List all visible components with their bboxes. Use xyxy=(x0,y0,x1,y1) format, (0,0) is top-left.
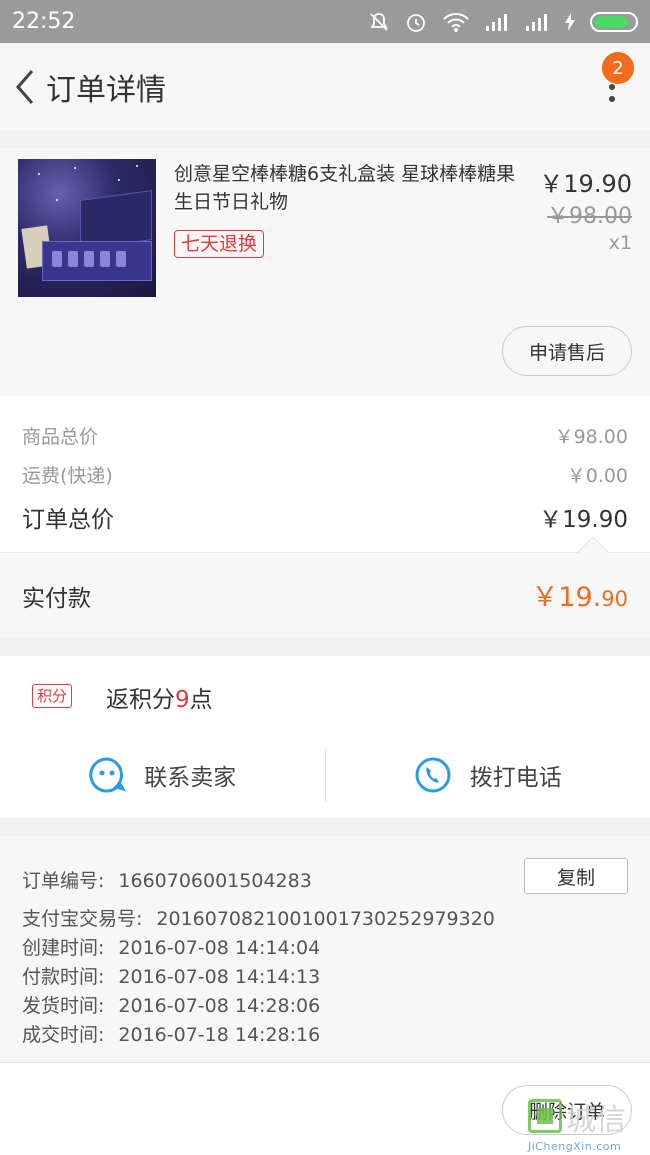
product-quantity: x1 xyxy=(608,232,632,254)
shipped-time-label: 发货时间: xyxy=(22,995,105,1017)
points-tag: 积分 xyxy=(32,684,73,708)
price-summary: 商品总价 ￥98.00 运费(快递) ￥0.00 订单总价 ￥19.90 xyxy=(0,396,650,552)
return-policy-tag: 七天退换 xyxy=(174,230,265,258)
notification-badge: 2 xyxy=(602,52,634,84)
watermark-logo: 城信 JiChengXin.com xyxy=(528,1095,644,1153)
order-number-label: 订单编号: xyxy=(22,870,105,892)
shipped-time-value: 2016-07-08 14:28:06 xyxy=(118,995,321,1017)
shipped-time-row: 发货时间: 2016-07-08 14:28:06 xyxy=(22,991,320,1018)
paid-time-label: 付款时间: xyxy=(22,966,105,988)
actual-payment-row: 实付款 ￥19.90 xyxy=(0,536,650,638)
page-title: 订单详情 xyxy=(46,73,166,108)
alipay-number-label: 支付宝交易号: xyxy=(22,908,143,930)
actual-payment-label: 实付款 xyxy=(22,586,91,612)
status-bar: 22:52 xyxy=(0,0,650,43)
watermark-icon xyxy=(528,1099,562,1133)
call-phone-label: 拨打电话 xyxy=(469,765,562,791)
phone-icon xyxy=(415,757,451,793)
paid-time-value: 2016-07-08 14:14:13 xyxy=(118,966,321,988)
watermark-url: JiChengXin.com xyxy=(528,1140,622,1153)
goods-total-row: 商品总价 ￥98.00 xyxy=(22,422,628,449)
watermark-text: 城信 xyxy=(566,1103,626,1138)
bottom-action-bar: 删除订单 城信 JiChengXin.com xyxy=(0,1062,650,1155)
created-time-value: 2016-07-08 14:14:04 xyxy=(118,937,321,959)
charging-icon xyxy=(564,12,576,32)
done-time-label: 成交时间: xyxy=(22,1024,105,1046)
done-time-value: 2016-07-18 14:28:16 xyxy=(118,1024,321,1046)
created-time-label: 创建时间: xyxy=(22,937,105,959)
order-number-value: 1660706001504283 xyxy=(118,870,312,892)
product-card[interactable]: 创意星空棒棒糖6支礼盒装 星球棒棒糖果生日节日礼物 七天退换 ￥19.90 ￥9… xyxy=(0,148,650,396)
points-text: 返积分9点 xyxy=(106,687,213,713)
order-total-label: 订单总价 xyxy=(22,507,114,533)
done-time-row: 成交时间: 2016-07-18 14:28:16 xyxy=(22,1020,320,1047)
actual-payment-amount: ￥19.90 xyxy=(531,582,628,613)
app-header: 订单详情 2 xyxy=(0,43,650,131)
goods-total-value: ￥98.00 xyxy=(554,426,628,448)
product-price: ￥19.90 xyxy=(539,170,632,198)
shipping-label: 运费(快递) xyxy=(22,465,113,487)
product-original-price: ￥98.00 xyxy=(547,204,632,229)
order-total-row: 订单总价 ￥19.90 xyxy=(22,500,628,534)
chevron-left-icon xyxy=(16,70,34,104)
signal-icon xyxy=(484,12,510,32)
battery-icon xyxy=(590,11,638,32)
contact-seller-button[interactable]: 联系卖家 xyxy=(0,748,325,802)
back-button[interactable] xyxy=(4,57,44,117)
points-section: 积分 返积分9点 联系卖家 拨打电话 xyxy=(0,656,650,818)
order-number-row: 订单编号: 1660706001504283 xyxy=(22,866,312,893)
signal-icon-2 xyxy=(524,12,550,32)
chat-face-icon xyxy=(89,757,127,793)
contact-seller-label: 联系卖家 xyxy=(144,765,237,791)
shipping-value: ￥0.00 xyxy=(566,465,628,487)
after-sale-button[interactable]: 申请售后 xyxy=(502,326,632,376)
alarm-icon xyxy=(404,10,428,34)
goods-total-label: 商品总价 xyxy=(22,426,99,448)
status-icons xyxy=(368,10,638,34)
alipay-number-value: 2016070821001001730252979320 xyxy=(156,908,495,930)
call-phone-button[interactable]: 拨打电话 xyxy=(326,748,650,802)
contact-bar: 联系卖家 拨打电话 xyxy=(0,748,650,802)
product-image[interactable] xyxy=(18,159,156,297)
product-title[interactable]: 创意星空棒棒糖6支礼盒装 星球棒棒糖果生日节日礼物 xyxy=(174,160,524,216)
order-info-section: 订单编号: 1660706001504283 复制 支付宝交易号: 20160708… xyxy=(0,836,650,1062)
status-time: 22:52 xyxy=(12,9,76,34)
shipping-row: 运费(快递) ￥0.00 xyxy=(22,461,628,488)
mute-icon xyxy=(368,11,390,33)
copy-order-number-button[interactable]: 复制 xyxy=(524,858,628,894)
alipay-number-row: 支付宝交易号: 2016070821001001730252979320 xyxy=(22,904,495,931)
order-total-value: ￥19.90 xyxy=(539,507,628,533)
wifi-icon xyxy=(442,11,470,33)
created-time-row: 创建时间: 2016-07-08 14:14:04 xyxy=(22,933,320,960)
paid-time-row: 付款时间: 2016-07-08 14:14:13 xyxy=(22,962,320,989)
